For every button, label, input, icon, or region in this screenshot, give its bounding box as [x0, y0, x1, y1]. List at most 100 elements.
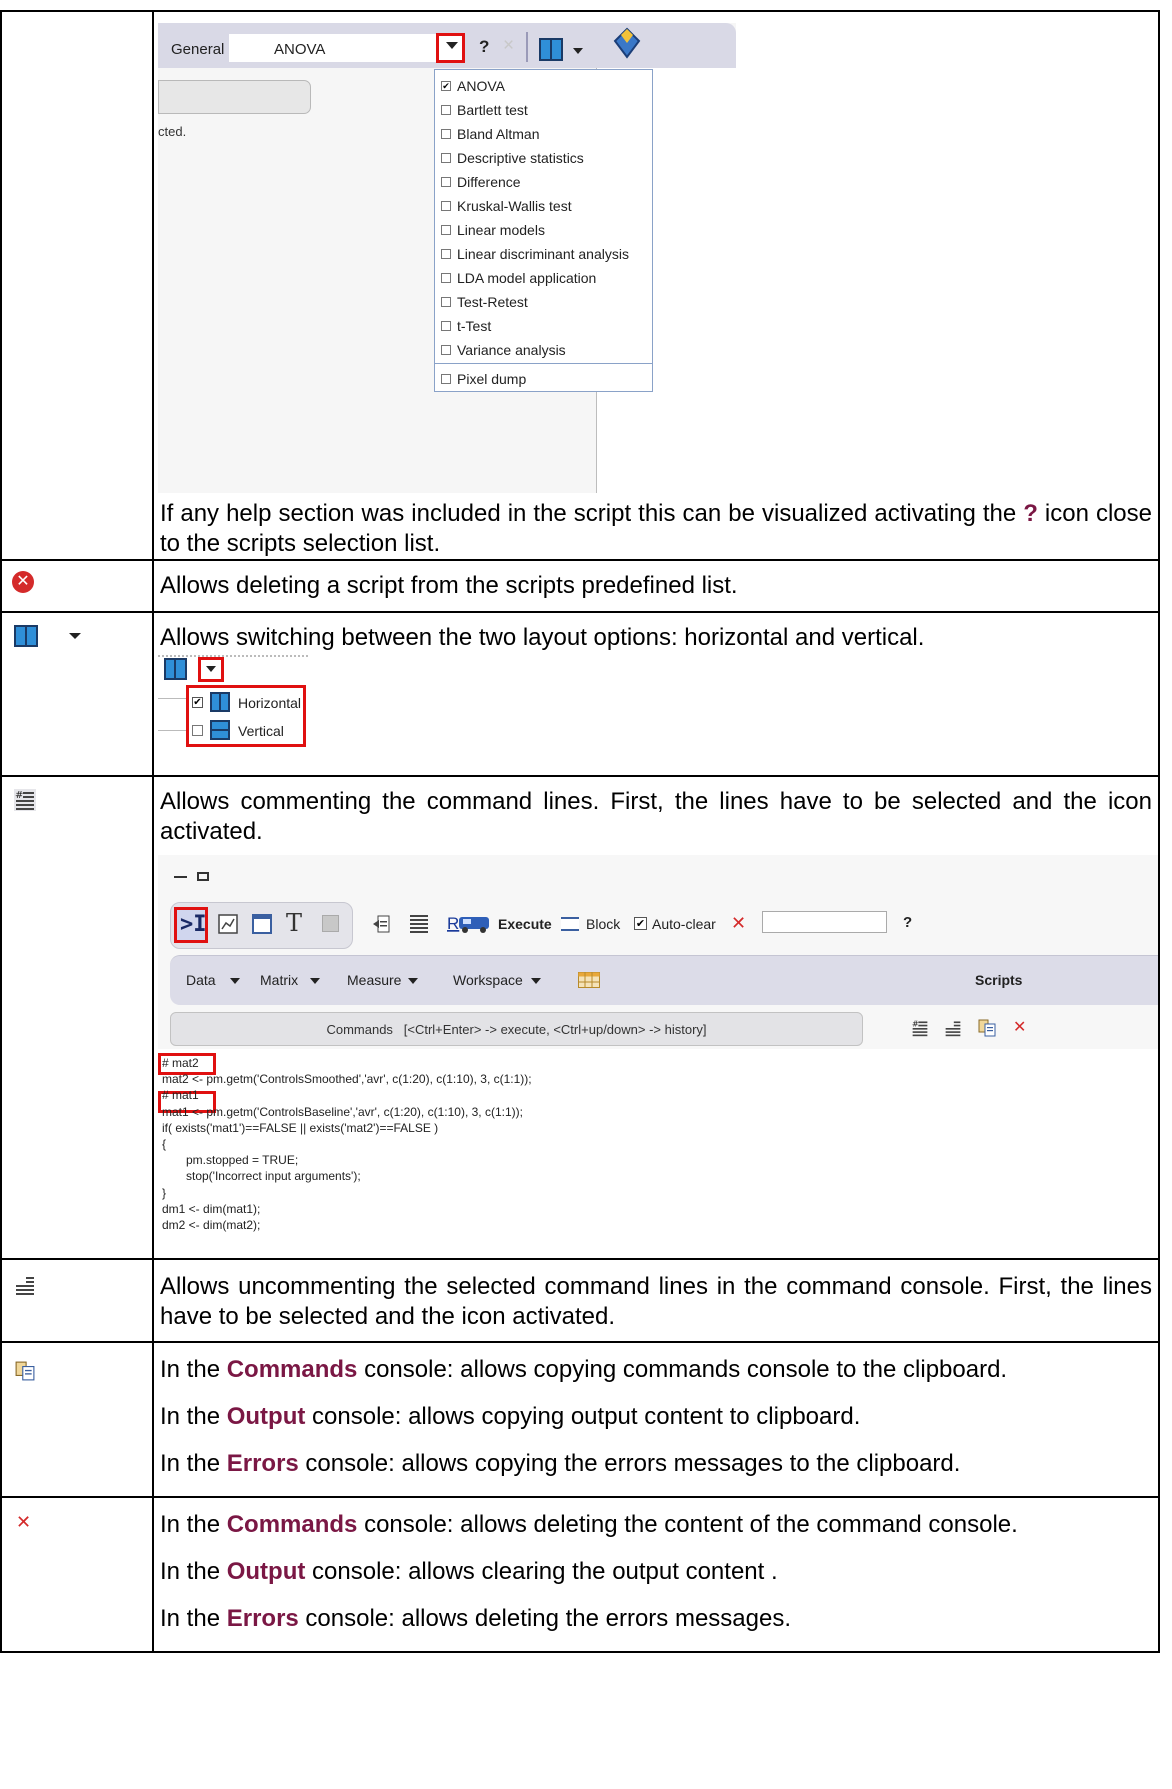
copy-clipboard-icon: [15, 1361, 35, 1381]
menu-item-vertical[interactable]: Vertical: [192, 719, 302, 743]
code-line[interactable]: # mat1: [162, 1087, 1152, 1103]
description-cell: Allows deleting a script from the script…: [152, 559, 1160, 613]
clear-icon[interactable]: ✕: [731, 913, 746, 934]
layout-menu-screenshot: ✔ Horizontal Vertical: [158, 655, 308, 747]
install-script-icon[interactable]: [613, 27, 641, 61]
dropdown-item[interactable]: Bland Altman: [441, 123, 646, 145]
execute-button[interactable]: Execute: [498, 916, 552, 932]
chevron-down-icon[interactable]: [408, 978, 418, 984]
script-dropdown-button[interactable]: [436, 33, 465, 63]
menu-matrix[interactable]: Matrix: [260, 972, 298, 988]
checkbox-icon: [441, 105, 451, 115]
help-button[interactable]: ?: [903, 914, 912, 931]
chevron-down-icon[interactable]: [573, 48, 583, 54]
code-line[interactable]: }: [162, 1185, 1152, 1201]
script-select[interactable]: ANOVA: [229, 34, 454, 62]
dropdown-item[interactable]: Test-Retest: [441, 291, 646, 313]
chevron-down-icon: [69, 633, 81, 639]
desc-text: If any help section was included in the …: [160, 500, 1024, 527]
code-line[interactable]: dm1 <- dim(mat1);: [162, 1201, 1152, 1217]
checkbox-icon: [441, 273, 451, 283]
menu-data[interactable]: Data: [186, 972, 216, 988]
code-line[interactable]: if( exists('mat1')==FALSE || exists('mat…: [162, 1120, 1152, 1136]
close-icon[interactable]: ×: [503, 35, 514, 57]
dropdown-item[interactable]: Kruskal-Wallis test: [441, 195, 646, 217]
dropdown-item[interactable]: Descriptive statistics: [441, 147, 646, 169]
menu-item-horizontal[interactable]: ✔ Horizontal: [192, 691, 302, 715]
uncomment-lines-icon[interactable]: [944, 1019, 962, 1037]
tab-general[interactable]: General: [171, 41, 224, 58]
table-row: General ANOVA ? × cted. ✔ ANOVA Bartlett…: [0, 10, 1160, 561]
code-line[interactable]: mat2 <- pm.getm('ControlsSmoothed','avr'…: [162, 1071, 1152, 1087]
plot-mode-icon[interactable]: [218, 914, 238, 934]
icon-cell: [0, 1341, 154, 1498]
execute-icon[interactable]: R: [447, 911, 493, 935]
layout-icon[interactable]: [539, 38, 563, 61]
code-line[interactable]: dm2 <- dim(mat2);: [162, 1217, 1152, 1233]
desc-text: In the: [160, 1450, 227, 1477]
description-cell: Allows switching between the two layout …: [152, 611, 1160, 777]
window-mode-icon[interactable]: [252, 914, 272, 934]
table-row: ✕ Allows deleting a script from the scri…: [0, 559, 1160, 613]
desc-text: console: allows copying output content t…: [305, 1403, 861, 1430]
layout-icon[interactable]: [164, 658, 187, 680]
dropdown-item[interactable]: Pixel dump: [441, 368, 646, 390]
menu-measure[interactable]: Measure: [347, 972, 401, 988]
dropdown-item[interactable]: Linear discriminant analysis: [441, 243, 646, 265]
restore-icon[interactable]: [197, 872, 209, 881]
code-line[interactable]: mat1 <- pm.getm('ControlsBaseline','avr'…: [162, 1104, 1152, 1120]
command-search-input[interactable]: [762, 911, 887, 933]
dropdown-item[interactable]: ✔ ANOVA: [441, 75, 646, 97]
code-line[interactable]: # mat2: [162, 1055, 1152, 1071]
comment-lines-icon[interactable]: #: [911, 1019, 929, 1037]
delete-content-icon: ✕: [16, 1512, 32, 1532]
console-keyword: Commands: [226, 1511, 358, 1538]
table-icon[interactable]: [578, 972, 600, 988]
text-mode-icon[interactable]: T: [286, 909, 302, 937]
checkbox-icon: [441, 225, 451, 235]
copy-clipboard-icon[interactable]: [978, 1019, 996, 1037]
dropdown-item[interactable]: Variance analysis: [441, 339, 646, 361]
checkbox-icon: [441, 177, 451, 187]
code-line[interactable]: stop('Incorrect input arguments');: [162, 1168, 1152, 1184]
dropdown-item[interactable]: t-Test: [441, 315, 646, 337]
checkbox-icon: [441, 129, 451, 139]
minimize-icon[interactable]: [174, 876, 187, 878]
chevron-down-icon[interactable]: [230, 978, 240, 984]
autoclear-checkbox[interactable]: ✔: [634, 917, 647, 930]
checkbox-icon: [192, 725, 203, 736]
block-label[interactable]: Block: [586, 916, 620, 932]
dropdown-item-label: LDA model application: [457, 270, 597, 286]
import-icon[interactable]: [372, 915, 390, 933]
desc-text: In the: [160, 1403, 227, 1430]
dropdown-item[interactable]: Difference: [441, 171, 646, 193]
block-icon[interactable]: [561, 917, 579, 931]
checkbox-checked-icon: ✔: [441, 81, 451, 91]
dropdown-item[interactable]: Linear models: [441, 219, 646, 241]
chevron-down-icon[interactable]: [531, 978, 541, 984]
svg-text:#: #: [912, 1019, 919, 1028]
dropdown-item-label: Variance analysis: [457, 342, 566, 358]
menu-workspace[interactable]: Workspace: [453, 972, 523, 988]
list-icon[interactable]: [410, 914, 428, 934]
menu-item-label: Horizontal: [238, 695, 302, 711]
row-description: In the Output console: allows copying ou…: [154, 1402, 1158, 1432]
console-keyword: Output: [226, 1403, 306, 1430]
row-description: In the Commands console: allows copying …: [154, 1355, 1158, 1385]
help-button[interactable]: ?: [479, 37, 489, 57]
dropdown-item[interactable]: Bartlett test: [441, 99, 646, 121]
layout-dropdown-button[interactable]: [198, 657, 224, 682]
table-row: # Allows commenting the command lines. F…: [0, 775, 1160, 1260]
code-line[interactable]: pm.stopped = TRUE;: [162, 1152, 1152, 1168]
code-line[interactable]: {: [162, 1136, 1152, 1152]
desc-text: In the: [160, 1558, 227, 1585]
checkbox-icon: [441, 321, 451, 331]
scripts-tab[interactable]: Scripts: [975, 972, 1022, 988]
chevron-down-icon[interactable]: [310, 978, 320, 984]
dropdown-item[interactable]: LDA model application: [441, 267, 646, 289]
dropdown-item-label: Linear discriminant analysis: [457, 246, 629, 262]
table-row: Allows uncommenting the selected command…: [0, 1258, 1160, 1343]
horizontal-layout-icon: [210, 692, 230, 712]
delete-content-icon[interactable]: ✕: [1013, 1017, 1026, 1037]
console-mode-button[interactable]: >I: [174, 907, 208, 943]
